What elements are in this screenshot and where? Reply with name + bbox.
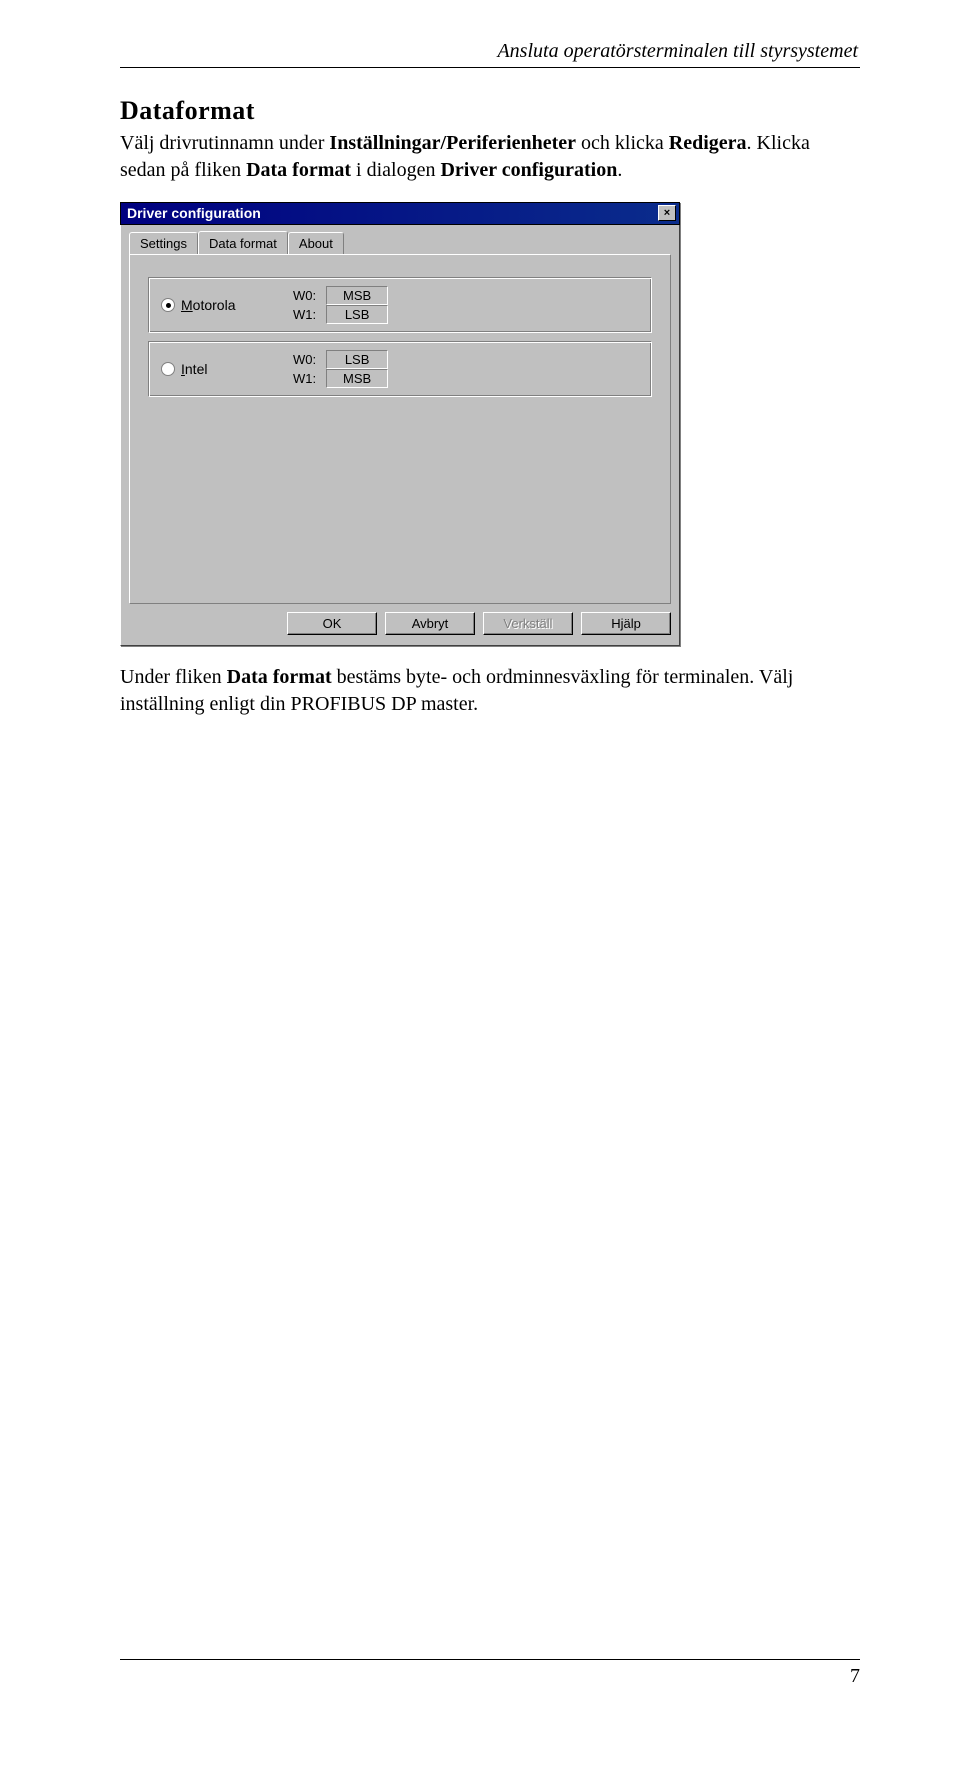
tab-settings[interactable]: Settings [129,232,198,255]
section-title: Dataformat [120,96,860,126]
intro-paragraph: Välj drivrutinnamn under Inställningar/P… [120,130,860,184]
cancel-button[interactable]: Avbryt [385,612,475,635]
radio-label: Motorola [181,297,235,313]
close-icon: × [664,207,670,219]
w0-value: LSB [326,350,388,369]
button-row: OK Avbryt Verkställ Hjälp [129,612,671,635]
running-header: Ansluta operatörsterminalen till styrsys… [120,40,860,63]
after-paragraph: Under fliken Data format bestäms byte- o… [120,664,860,718]
word-col: W0: MSB W1: LSB [293,286,388,324]
w0-label: W0: [293,287,316,304]
titlebar[interactable]: Driver configuration × [120,202,680,225]
radio-intel[interactable]: Intel [161,361,251,377]
footer-divider [120,1659,860,1660]
w1-label: W1: [293,370,316,387]
page-number: 7 [850,1665,860,1688]
close-button[interactable]: × [658,205,676,221]
option-intel: Intel W0: LSB W1: MSB [148,341,652,397]
tab-strip: Settings Data format About [129,231,671,254]
option-motorola: Motorola W0: MSB W1: LSB [148,277,652,333]
divider [120,67,860,68]
driver-config-dialog: Driver configuration × Settings Data for… [120,202,680,646]
dialog-title: Driver configuration [127,205,261,221]
w0-label: W0: [293,351,316,368]
tab-about[interactable]: About [288,232,344,255]
radio-motorola[interactable]: Motorola [161,297,251,313]
radio-label: Intel [181,361,207,377]
apply-button[interactable]: Verkställ [483,612,573,635]
ok-button[interactable]: OK [287,612,377,635]
w1-value: LSB [326,305,388,324]
word-col: W0: LSB W1: MSB [293,350,388,388]
radio-icon [161,298,175,312]
w0-value: MSB [326,286,388,305]
w1-value: MSB [326,369,388,388]
help-button[interactable]: Hjälp [581,612,671,635]
radio-icon [161,362,175,376]
tab-data-format[interactable]: Data format [198,231,288,254]
w1-label: W1: [293,306,316,323]
tab-panel: Motorola W0: MSB W1: LSB [129,254,671,604]
